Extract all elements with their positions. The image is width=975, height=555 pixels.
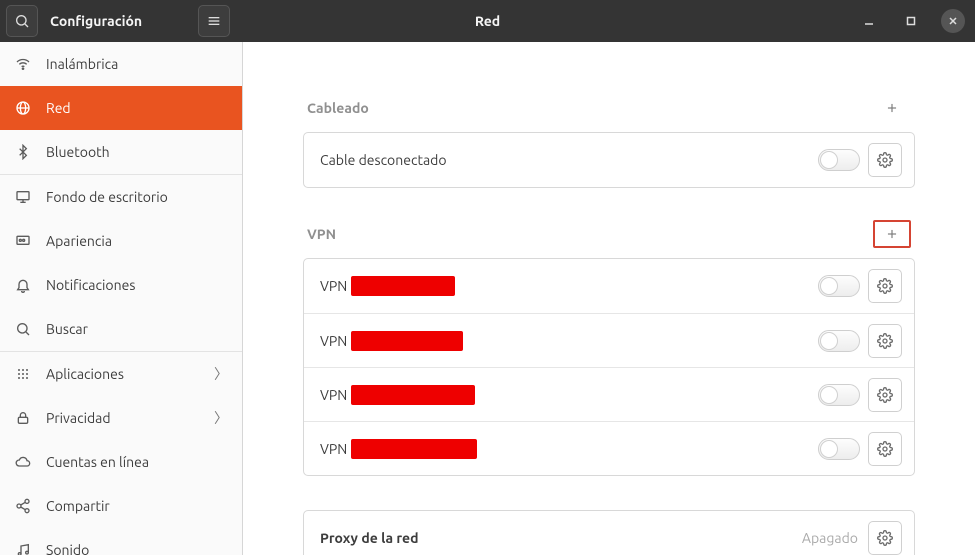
vpn-row-prefix: VPN [320,441,347,457]
sidebar-item-label: Compartir [46,498,110,514]
grid-icon [14,366,32,382]
vpn-settings-button[interactable] [868,378,902,412]
vpn-row: VPN [304,313,914,367]
app-title: Configuración [44,13,152,29]
sidebar-item-label: Aplicaciones [46,366,124,382]
vpn-toggle[interactable] [818,384,860,406]
add-vpn-button[interactable] [873,220,911,248]
sidebar-item-privacy[interactable]: Privacidad 〉 [0,396,242,440]
sidebar-item-search[interactable]: Buscar [0,307,242,351]
sidebar-item-background[interactable]: Fondo de escritorio [0,175,242,219]
vpn-row: VPN [304,421,914,475]
sidebar-item-sound[interactable]: Sonido [0,528,242,555]
wired-panel: Cable desconectado [303,132,915,188]
sidebar-item-label: Cuentas en línea [46,454,149,470]
sidebar-item-label: Privacidad [46,410,111,426]
proxy-panel: Proxy de la red Apagado [303,510,915,555]
vpn-row: VPN [304,259,914,313]
sidebar-item-label: Notificaciones [46,277,135,293]
menu-button[interactable] [198,5,230,37]
search-button[interactable] [6,5,38,37]
vpn-settings-button[interactable] [868,324,902,358]
wired-toggle[interactable] [818,149,860,171]
minimize-button[interactable] [857,9,881,33]
proxy-status: Apagado [802,530,858,546]
proxy-label: Proxy de la red [320,530,419,546]
vpn-row-prefix: VPN [320,333,347,349]
wifi-icon [14,56,32,72]
bell-icon [14,277,32,293]
sidebar-item-sharing[interactable]: Compartir [0,484,242,528]
wired-status-label: Cable desconectado [320,152,447,168]
sidebar-item-label: Fondo de escritorio [46,189,168,205]
sidebar-item-label: Sonido [46,542,89,555]
vpn-row-prefix: VPN [320,387,347,403]
page-title: Red [475,13,500,29]
proxy-row[interactable]: Proxy de la red Apagado [304,511,914,555]
cloud-icon [14,454,32,470]
sidebar-item-online-accounts[interactable]: Cuentas en línea [0,440,242,484]
close-button[interactable] [941,9,965,33]
sidebar: Inalámbrica Red Bluetooth Fondo de escri… [0,42,243,555]
wired-settings-button[interactable] [868,143,902,177]
vpn-name-redacted [351,276,455,296]
sidebar-item-network[interactable]: Red [0,86,242,130]
proxy-settings-button[interactable] [868,521,902,555]
vpn-row-prefix: VPN [320,278,347,294]
sidebar-item-label: Apariencia [46,233,112,249]
wired-connection-row: Cable desconectado [304,133,914,187]
monitor-icon [14,189,32,205]
vpn-panel: VPN VPN VPN [303,258,915,476]
appearance-icon [14,233,32,249]
bluetooth-icon [14,144,32,160]
lock-icon [14,410,32,426]
vpn-settings-button[interactable] [868,269,902,303]
music-icon [14,542,32,555]
vpn-toggle[interactable] [818,275,860,297]
vpn-toggle[interactable] [818,438,860,460]
sidebar-item-wifi[interactable]: Inalámbrica [0,42,242,86]
vpn-settings-button[interactable] [868,432,902,466]
titlebar: Configuración Red [0,0,975,42]
chevron-right-icon: 〉 [214,408,228,428]
sidebar-item-bluetooth[interactable]: Bluetooth [0,130,242,174]
content: Cableado Cable desconectado [243,42,975,555]
sidebar-item-appearance[interactable]: Apariencia [0,219,242,263]
sidebar-item-label: Buscar [46,321,88,337]
add-wired-button[interactable] [873,94,911,122]
search-icon [14,321,32,337]
sidebar-item-label: Red [46,100,71,116]
vpn-toggle[interactable] [818,330,860,352]
maximize-button[interactable] [899,9,923,33]
vpn-row: VPN [304,367,914,421]
sidebar-item-applications[interactable]: Aplicaciones 〉 [0,352,242,396]
globe-icon [14,100,32,116]
vpn-name-redacted [351,385,475,405]
vpn-name-redacted [351,331,463,351]
vpn-section-title: VPN [307,226,336,242]
sidebar-item-label: Inalámbrica [46,56,118,72]
chevron-right-icon: 〉 [214,364,228,384]
wired-section-title: Cableado [307,100,369,116]
sidebar-item-notifications[interactable]: Notificaciones [0,263,242,307]
vpn-name-redacted [351,439,477,459]
sidebar-item-label: Bluetooth [46,144,110,160]
share-icon [14,498,32,514]
